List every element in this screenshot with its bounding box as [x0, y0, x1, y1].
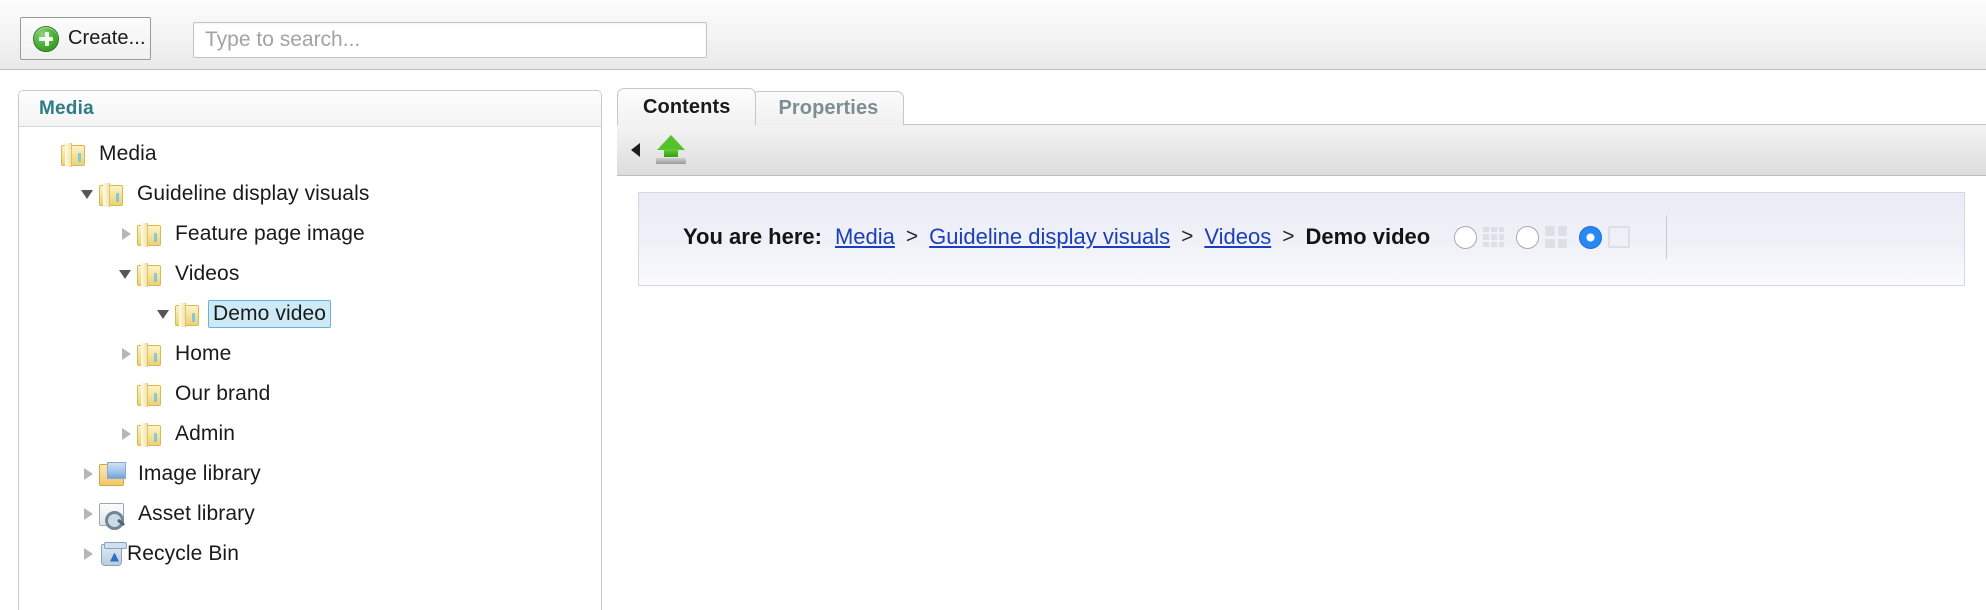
create-button-label: Create...: [68, 27, 146, 49]
tree-node-asset-library[interactable]: Asset library: [19, 494, 601, 534]
breadcrumb-separator: >: [1181, 225, 1194, 248]
chevron-down-icon[interactable]: [153, 303, 175, 325]
chevron-right-icon[interactable]: [77, 463, 99, 485]
asset-library-icon: [99, 503, 124, 530]
tree-node-demo-video[interactable]: Demo video: [19, 294, 601, 334]
tree-node-feature-page-image[interactable]: Feature page image: [19, 214, 601, 254]
tree-node-label: Image library: [138, 462, 261, 485]
view-mode-radio-2[interactable]: [1579, 225, 1603, 249]
top-toolbar: Create...: [0, 0, 1986, 70]
view-mode-radio-0[interactable]: [1454, 225, 1478, 249]
tree-node-image-library[interactable]: Image library: [19, 454, 601, 494]
tree-node-label: Home: [175, 342, 232, 365]
grid-medium-icon[interactable]: [1545, 226, 1568, 248]
chevron-down-icon[interactable]: [115, 263, 137, 285]
folder-icon: [137, 422, 161, 447]
panel-toolbar: [617, 125, 1986, 176]
grid-small-icon[interactable]: [1483, 226, 1505, 248]
media-tree: Media Guideline display visuals Feature pa…: [19, 127, 601, 574]
breadcrumb-separator: >: [905, 225, 919, 248]
collapse-left-arrow-icon[interactable]: [631, 143, 640, 157]
create-button[interactable]: Create...: [20, 17, 151, 60]
folder-icon: [137, 262, 161, 287]
tree-node-admin[interactable]: Admin: [19, 414, 601, 454]
folder-icon: [99, 182, 123, 207]
tree-node-label: Feature page image: [175, 222, 365, 245]
breadcrumb-separator: >: [1282, 225, 1295, 248]
content-area: Contents Properties You are here: Media > G…: [617, 88, 1986, 610]
chevron-right-icon[interactable]: [115, 223, 137, 245]
toolbar-divider: [1666, 215, 1668, 259]
folder-icon: [137, 382, 161, 407]
breadcrumb-link-videos[interactable]: Videos: [1204, 224, 1271, 250]
breadcrumb-label: You are here:: [683, 224, 822, 249]
tree-node-label: Our brand: [175, 382, 271, 405]
green-plus-icon: [33, 25, 59, 52]
tree-node-label: Demo video: [208, 300, 332, 328]
tree-panel-header: Media: [19, 91, 601, 127]
chevron-down-icon[interactable]: [77, 183, 99, 205]
tree-node-videos[interactable]: Videos: [19, 254, 601, 294]
chevron-right-icon[interactable]: [115, 423, 137, 445]
upload-arrow-icon[interactable]: [654, 135, 688, 165]
tree-node-recycle-bin[interactable]: Recycle Bin: [19, 534, 601, 574]
tree-node-home[interactable]: Home: [19, 334, 601, 374]
tree-node-our-brand[interactable]: Our brand: [19, 374, 601, 414]
folder-icon: [137, 342, 161, 367]
tree-node-label: Asset library: [138, 502, 255, 525]
search-input[interactable]: [193, 22, 707, 58]
media-tree-panel: Media Media Guideline display visuals Feat…: [18, 90, 602, 610]
view-mode-radio-1[interactable]: [1516, 225, 1540, 249]
recycle-bin-icon: [101, 541, 127, 566]
breadcrumb-link-media[interactable]: Media: [835, 224, 895, 250]
tree-panel-title: Media: [39, 97, 94, 119]
contents-tab-panel: You are here: Media > Guideline display vi…: [617, 124, 1986, 610]
tab-contents[interactable]: Contents: [617, 88, 757, 125]
grid-large-icon[interactable]: [1608, 226, 1631, 248]
tree-node-media[interactable]: Media: [19, 134, 601, 174]
image-library-icon: [99, 462, 126, 486]
breadcrumb-link-guideline-display-visuals[interactable]: Guideline display visuals: [929, 224, 1170, 250]
tree-node-label: Videos: [175, 262, 240, 285]
breadcrumb-current: Demo video: [1305, 224, 1431, 249]
tree-node-guideline-display-visuals[interactable]: Guideline display visuals: [19, 174, 601, 214]
tree-node-label: Guideline display visuals: [137, 182, 370, 205]
folder-icon: [137, 222, 161, 247]
chevron-right-icon[interactable]: [77, 543, 99, 565]
tab-properties[interactable]: Properties: [752, 91, 905, 125]
chevron-right-icon[interactable]: [115, 343, 137, 365]
tree-node-label: Admin: [175, 422, 236, 445]
tree-node-label: Recycle Bin: [127, 542, 239, 565]
tree-node-label: Media: [99, 142, 157, 165]
breadcrumb: You are here: Media > Guideline display vi…: [683, 215, 1668, 259]
tab-bar: Contents Properties: [617, 88, 905, 125]
view-mode-toggle: [1454, 225, 1638, 249]
folder-icon: [175, 302, 199, 327]
folder-icon: [61, 142, 85, 167]
breadcrumb-bar: You are here: Media > Guideline display vi…: [638, 192, 1965, 286]
chevron-right-icon[interactable]: [77, 503, 99, 525]
